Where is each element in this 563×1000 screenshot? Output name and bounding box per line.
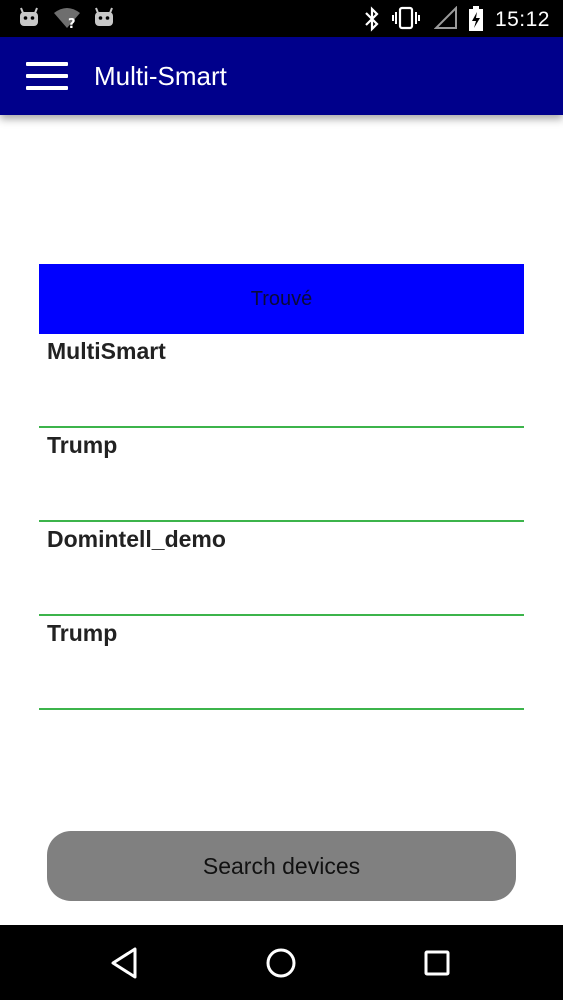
search-devices-label: Search devices [202, 852, 361, 879]
list-item[interactable]: Domintell_demo [39, 522, 524, 616]
list-item[interactable]: MultiSmart [39, 334, 524, 428]
signal-icon [433, 5, 458, 35]
device-name: Domintell_demo [47, 526, 226, 552]
wifi-unknown-icon: ? [53, 6, 81, 35]
navigation-bar [0, 925, 563, 1000]
recents-icon[interactable] [417, 943, 457, 983]
back-icon[interactable] [105, 943, 145, 983]
list-header-label: Trouvé [250, 287, 313, 310]
list-item[interactable]: Trump [39, 616, 524, 710]
svg-text:?: ? [68, 17, 76, 30]
hamburger-menu-icon[interactable] [18, 54, 74, 98]
bluetooth-icon [362, 6, 382, 37]
search-devices-button[interactable]: Search devices [47, 831, 516, 901]
vibrate-icon [392, 6, 420, 35]
list-header: Trouvé [39, 264, 524, 334]
status-time: 15:12 [494, 8, 550, 31]
battery-charging-icon [468, 6, 484, 37]
device-list: MultiSmart Trump Domintell_demo Trump [39, 334, 524, 710]
app-title: Multi-Smart [94, 61, 227, 91]
device-name: MultiSmart [47, 338, 166, 364]
status-bar: ? 15:12 [0, 0, 563, 37]
app-bar: Multi-Smart [0, 37, 563, 115]
android-icon [18, 6, 40, 33]
device-name: Trump [47, 432, 118, 458]
list-item[interactable]: Trump [39, 428, 524, 522]
android-icon [93, 6, 115, 33]
device-name: Trump [47, 620, 118, 646]
home-icon[interactable] [261, 943, 301, 983]
